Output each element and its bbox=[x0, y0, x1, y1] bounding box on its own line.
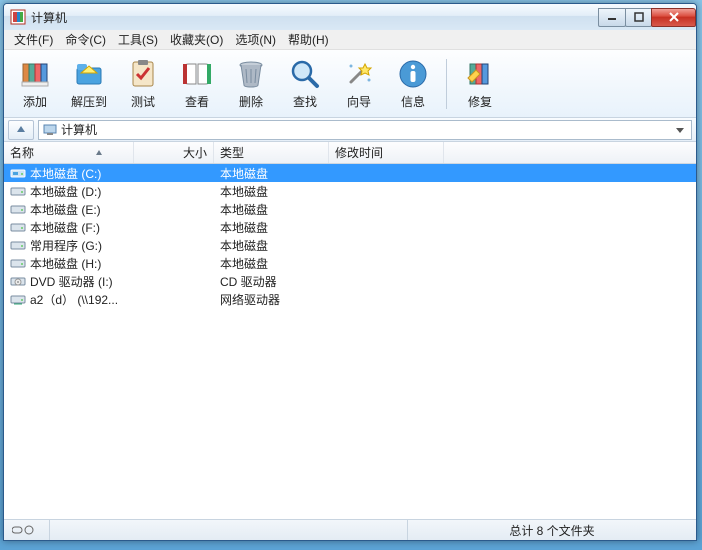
info-button[interactable]: 信息 bbox=[390, 55, 436, 113]
menubar: 文件(F) 命令(C) 工具(S) 收藏夹(O) 选项(N) 帮助(H) bbox=[4, 30, 696, 50]
books-icon bbox=[19, 58, 51, 90]
row-name: 本地磁盘 (C:) bbox=[30, 165, 101, 182]
column-size[interactable]: 大小 bbox=[134, 142, 214, 163]
magnifier-icon bbox=[289, 58, 321, 90]
info-icon bbox=[397, 58, 429, 90]
column-header: 名称 大小 类型 修改时间 bbox=[4, 142, 696, 164]
row-name: 本地磁盘 (E:) bbox=[30, 201, 101, 218]
delete-button[interactable]: 删除 bbox=[228, 55, 274, 113]
table-row[interactable]: 本地磁盘 (D:) 本地磁盘 bbox=[4, 182, 696, 200]
drive-icon bbox=[10, 257, 26, 269]
row-name: DVD 驱动器 (I:) bbox=[30, 273, 113, 290]
extract-button[interactable]: 解压到 bbox=[66, 55, 112, 113]
menu-favorites[interactable]: 收藏夹(O) bbox=[164, 29, 229, 50]
table-row[interactable]: DVD 驱动器 (I:) CD 驱动器 bbox=[4, 272, 696, 290]
address-dropdown[interactable] bbox=[673, 126, 687, 134]
status-total: 总计 8 个文件夹 bbox=[408, 520, 696, 540]
menu-help[interactable]: 帮助(H) bbox=[282, 29, 335, 50]
status-view-mode[interactable] bbox=[4, 520, 50, 540]
column-name[interactable]: 名称 bbox=[4, 142, 134, 163]
up-button[interactable] bbox=[8, 120, 34, 140]
minimize-button[interactable] bbox=[598, 8, 626, 27]
table-row[interactable]: 本地磁盘 (H:) 本地磁盘 bbox=[4, 254, 696, 272]
book-open-icon bbox=[181, 58, 213, 90]
row-type: 本地磁盘 bbox=[214, 237, 329, 254]
add-button[interactable]: 添加 bbox=[12, 55, 58, 113]
wand-icon bbox=[343, 58, 375, 90]
toolbar-separator bbox=[446, 59, 447, 109]
row-name: 本地磁盘 (D:) bbox=[30, 183, 101, 200]
drive-icon bbox=[10, 275, 26, 287]
titlebar[interactable]: 计算机 bbox=[4, 4, 696, 30]
menu-file[interactable]: 文件(F) bbox=[8, 29, 59, 50]
close-button[interactable] bbox=[651, 8, 696, 27]
row-type: 网络驱动器 bbox=[214, 291, 329, 308]
table-row[interactable]: 常用程序 (G:) 本地磁盘 bbox=[4, 236, 696, 254]
drive-icon bbox=[10, 293, 26, 305]
row-type: 本地磁盘 bbox=[214, 255, 329, 272]
file-list[interactable]: 本地磁盘 (C:)本地磁盘本地磁盘 (D:)本地磁盘本地磁盘 (E:)本地磁盘本… bbox=[4, 164, 696, 519]
table-row[interactable]: a2（d） (\\192... 网络驱动器 bbox=[4, 290, 696, 308]
row-name: 本地磁盘 (H:) bbox=[30, 255, 101, 272]
repair-icon bbox=[464, 58, 496, 90]
clipboard-check-icon bbox=[127, 58, 159, 90]
row-name: 常用程序 (G:) bbox=[30, 237, 102, 254]
row-name: 本地磁盘 (F:) bbox=[30, 219, 100, 236]
menu-options[interactable]: 选项(N) bbox=[229, 29, 282, 50]
window-title: 计算机 bbox=[31, 9, 599, 26]
column-modified[interactable]: 修改时间 bbox=[329, 142, 444, 163]
menu-tools[interactable]: 工具(S) bbox=[112, 29, 164, 50]
computer-icon bbox=[43, 123, 57, 137]
maximize-button[interactable] bbox=[625, 8, 652, 27]
status-selection bbox=[50, 520, 408, 540]
row-type: 本地磁盘 bbox=[214, 165, 329, 182]
navbar: 计算机 bbox=[4, 118, 696, 142]
address-bar[interactable]: 计算机 bbox=[38, 120, 692, 140]
statusbar: 总计 8 个文件夹 bbox=[4, 519, 696, 540]
table-row[interactable]: 本地磁盘 (F:) 本地磁盘 bbox=[4, 218, 696, 236]
app-icon bbox=[10, 9, 26, 25]
wizard-button[interactable]: 向导 bbox=[336, 55, 382, 113]
trash-icon bbox=[235, 58, 267, 90]
row-name: a2（d） (\\192... bbox=[30, 291, 118, 308]
drive-icon bbox=[10, 185, 26, 197]
view-button[interactable]: 查看 bbox=[174, 55, 220, 113]
table-row[interactable]: 本地磁盘 (E:) 本地磁盘 bbox=[4, 200, 696, 218]
row-type: 本地磁盘 bbox=[214, 183, 329, 200]
toolbar: 添加 解压到 测试 查看 删除 查找 向导 信息 bbox=[4, 50, 696, 118]
sort-asc-icon bbox=[95, 146, 103, 160]
find-button[interactable]: 查找 bbox=[282, 55, 328, 113]
drive-icon bbox=[10, 221, 26, 233]
row-type: 本地磁盘 bbox=[214, 219, 329, 236]
test-button[interactable]: 测试 bbox=[120, 55, 166, 113]
repair-button[interactable]: 修复 bbox=[457, 55, 503, 113]
menu-command[interactable]: 命令(C) bbox=[59, 29, 112, 50]
app-window: 计算机 文件(F) 命令(C) 工具(S) 收藏夹(O) 选项(N) 帮助(H)… bbox=[3, 3, 697, 541]
table-row[interactable]: 本地磁盘 (C:) 本地磁盘 bbox=[4, 164, 696, 182]
column-type[interactable]: 类型 bbox=[214, 142, 329, 163]
drive-icon bbox=[10, 239, 26, 251]
row-type: 本地磁盘 bbox=[214, 201, 329, 218]
row-type: CD 驱动器 bbox=[214, 273, 329, 290]
folder-open-icon bbox=[73, 58, 105, 90]
address-text: 计算机 bbox=[61, 121, 669, 138]
drive-icon bbox=[10, 167, 26, 179]
drive-icon bbox=[10, 203, 26, 215]
